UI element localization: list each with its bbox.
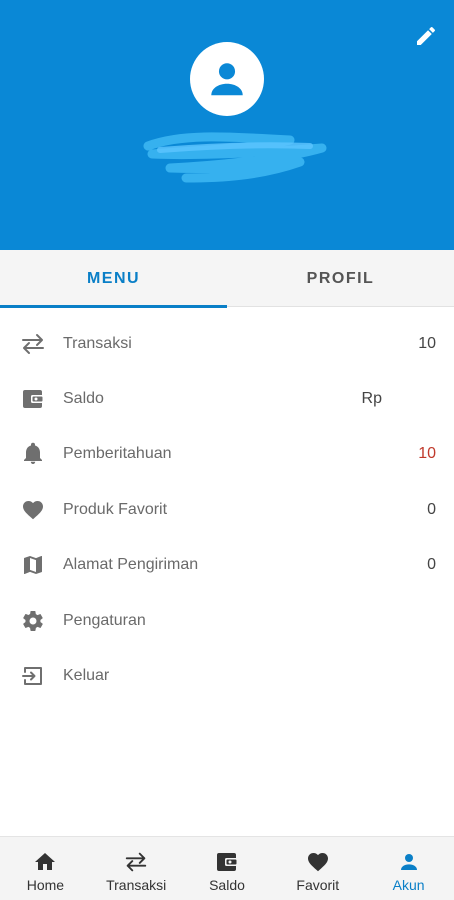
account-menu-list: Transaksi 10 Saldo Rp Pemberitahuan 10 P… [0, 316, 454, 704]
wallet-icon [19, 385, 47, 413]
edit-profile-button[interactable] [412, 22, 440, 50]
nav-label: Saldo [209, 877, 245, 893]
home-icon [32, 849, 58, 875]
menu-item-label: Keluar [63, 667, 110, 685]
nav-favorit[interactable]: Favorit [272, 837, 363, 900]
heart-icon [305, 849, 331, 875]
menu-item-transaksi[interactable]: Transaksi 10 [0, 316, 454, 371]
nav-akun[interactable]: Akun [363, 837, 454, 900]
bottom-navigation: Home Transaksi Saldo Favorit Akun [0, 836, 454, 900]
favorit-count: 0 [427, 500, 436, 518]
account-tabs: MENU PROFIL [0, 250, 454, 308]
tab-profil[interactable]: PROFIL [227, 250, 454, 307]
logout-icon [19, 662, 47, 690]
nav-home[interactable]: Home [0, 837, 91, 900]
tab-menu[interactable]: MENU [0, 250, 227, 308]
heart-icon [19, 496, 47, 524]
nav-saldo[interactable]: Saldo [182, 837, 273, 900]
person-icon [396, 849, 422, 875]
menu-item-pengaturan[interactable]: Pengaturan [0, 593, 454, 648]
gear-icon [19, 607, 47, 635]
avatar[interactable] [190, 42, 264, 116]
wallet-icon [214, 849, 240, 875]
transaksi-count: 10 [418, 334, 436, 352]
pencil-icon [417, 26, 436, 45]
tab-menu-label: MENU [86, 269, 141, 287]
menu-item-alamat-pengiriman[interactable]: Alamat Pengiriman 0 [0, 538, 454, 593]
swap-arrows-icon [19, 330, 47, 358]
alamat-count: 0 [427, 556, 436, 574]
nav-label: Favorit [296, 877, 340, 893]
profile-header [0, 0, 454, 250]
menu-item-label: Alamat Pengiriman [63, 556, 199, 574]
menu-item-saldo[interactable]: Saldo Rp [0, 371, 454, 426]
person-icon [211, 63, 243, 96]
menu-item-pemberitahuan[interactable]: Pemberitahuan 10 [0, 427, 454, 482]
saldo-value: Rp [361, 390, 382, 408]
nav-label: Akun [392, 877, 425, 893]
menu-item-label: Pemberitahuan [63, 445, 172, 463]
map-icon [19, 551, 47, 579]
menu-item-label: Pengaturan [63, 611, 146, 629]
bell-icon [19, 440, 47, 468]
nav-transaksi[interactable]: Transaksi [91, 837, 182, 900]
swap-arrows-icon [123, 849, 149, 875]
nav-label: Transaksi [106, 877, 167, 893]
menu-item-label: Produk Favorit [63, 500, 168, 518]
redacted-user-name [143, 132, 327, 183]
nav-label: Home [26, 877, 65, 893]
menu-item-label: Transaksi [63, 334, 132, 352]
menu-item-produk-favorit[interactable]: Produk Favorit 0 [0, 482, 454, 537]
notification-count: 10 [418, 445, 436, 463]
tab-profil-label: PROFIL [306, 269, 375, 287]
menu-item-keluar[interactable]: Keluar [0, 648, 454, 703]
menu-item-label: Saldo [63, 390, 104, 408]
